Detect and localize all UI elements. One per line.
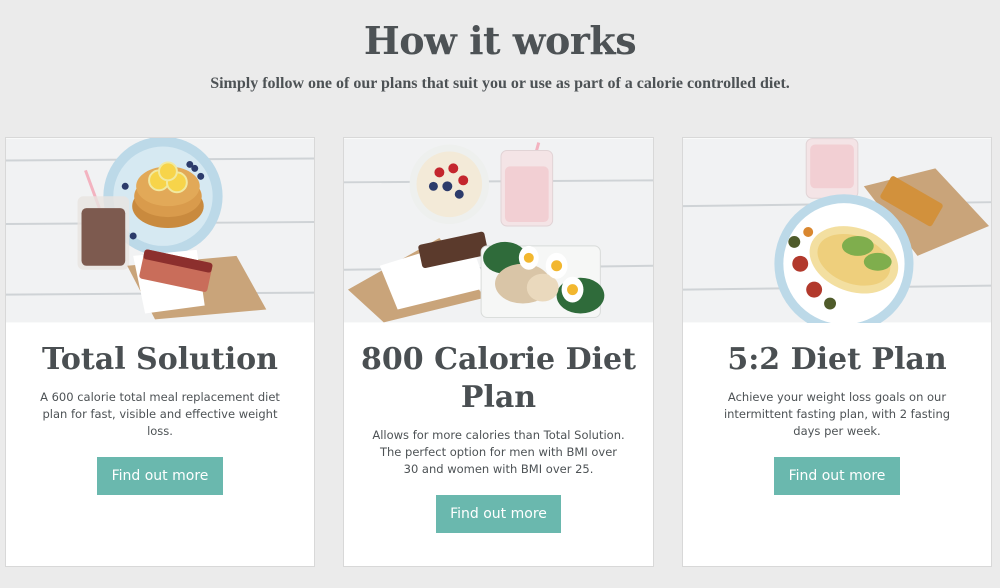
plan-card-5-2-diet: 5:2 Diet Plan Achieve your weight loss g… — [682, 137, 992, 567]
find-out-more-button[interactable]: Find out more — [436, 495, 561, 533]
plan-card-total-solution: Total Solution A 600 calorie total meal … — [5, 137, 315, 567]
plan-photo-total-solution — [6, 138, 314, 323]
card-description: Achieve your weight loss goals on our in… — [723, 390, 951, 438]
find-out-more-button[interactable]: Find out more — [97, 457, 223, 495]
page-subtitle: Simply follow one of our plans that suit… — [210, 75, 790, 92]
find-out-more-button[interactable]: Find out more — [774, 457, 900, 495]
card-description: A 600 calorie total meal replacement die… — [40, 390, 280, 438]
plan-photo-5-2-diet — [683, 138, 991, 323]
card-description: Allows for more calories than Total Solu… — [372, 428, 625, 476]
page-title: How it works — [363, 18, 637, 63]
plan-card-800-calorie: 800 Calorie Diet Plan Allows for more ca… — [343, 137, 654, 567]
card-title: 5:2 Diet Plan — [727, 342, 947, 377]
card-title: Total Solution — [42, 342, 278, 377]
plan-photo-800-calorie — [344, 138, 653, 323]
card-title: 800 Calorie Diet Plan — [361, 342, 636, 415]
